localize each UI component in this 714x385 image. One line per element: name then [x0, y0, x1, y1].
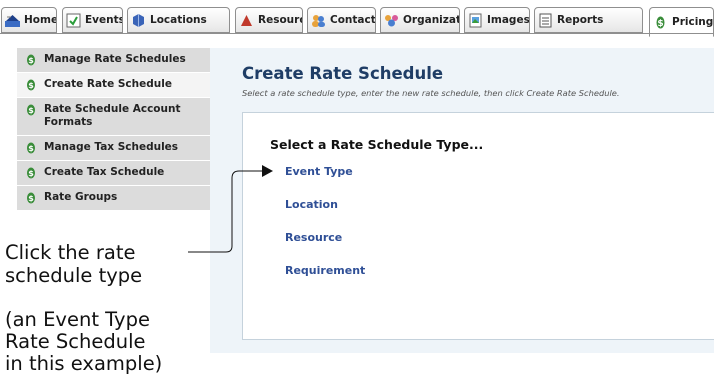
type-heading: Select a Rate Schedule Type...: [270, 137, 484, 152]
home-icon: [5, 13, 20, 28]
option-event-type[interactable]: Event Type: [285, 165, 353, 178]
tab-label: Resources: [258, 14, 302, 26]
sidebar-item-rate-groups[interactable]: $ Rate Groups: [17, 186, 210, 211]
svg-text:$: $: [28, 81, 34, 90]
tab-home[interactable]: Home: [1, 7, 57, 33]
tab-label: Events: [85, 14, 123, 26]
sidebar: $ Manage Rate Schedules $ Create Rate Sc…: [17, 48, 210, 211]
dollar-bullet-icon: $: [27, 167, 35, 179]
dollar-bullet-icon: $: [27, 104, 35, 116]
option-location[interactable]: Location: [285, 198, 338, 211]
tab-label: Reports: [557, 14, 604, 26]
page-title: Create Rate Schedule: [242, 64, 444, 83]
contacts-icon: [311, 13, 326, 28]
note-line-1: (an Event Type: [5, 308, 150, 331]
tab-images[interactable]: Images: [464, 7, 530, 33]
option-requirement[interactable]: Requirement: [285, 264, 365, 277]
tab-organizations[interactable]: Organizat: [380, 7, 460, 33]
tab-bar: Home Events Locations Resources Contacts…: [0, 0, 714, 40]
page-instructions: Select a rate schedule type, enter the n…: [242, 88, 620, 98]
dollar-bullet-icon: $: [27, 142, 35, 154]
note-line-3: in this example): [5, 352, 163, 375]
tab-label: Organizat: [403, 14, 460, 26]
dollar-bullet-icon: $: [27, 192, 35, 204]
tab-events[interactable]: Events: [62, 7, 123, 33]
svg-text:$: $: [28, 169, 34, 178]
reports-icon: [538, 13, 553, 28]
sidebar-item-manage-tax-schedules[interactable]: $ Manage Tax Schedules: [17, 136, 210, 161]
sidebar-item-manage-rate-schedules[interactable]: $ Manage Rate Schedules: [17, 48, 210, 73]
dollar-bullet-icon: $: [27, 79, 35, 91]
tab-label: Pricing: [672, 16, 714, 28]
tab-reports[interactable]: Reports: [534, 7, 643, 33]
tab-label: Images: [487, 14, 530, 26]
sidebar-item-create-tax-schedule[interactable]: $ Create Tax Schedule: [17, 161, 210, 186]
locations-icon: [131, 13, 146, 28]
tab-label: Contacts: [330, 14, 376, 26]
tab-underline: [0, 33, 714, 34]
images-icon: [468, 13, 483, 28]
rate-schedule-type-box: Select a Rate Schedule Type... Event Typ…: [242, 112, 714, 340]
sidebar-item-label: Rate Groups: [44, 191, 118, 203]
sidebar-item-label: Manage Rate Schedules: [44, 53, 186, 65]
svg-text:$: $: [28, 56, 34, 65]
svg-text:$: $: [28, 106, 34, 115]
sidebar-item-label: Rate Schedule Account Formats: [44, 103, 181, 128]
dollar-bullet-icon: $: [27, 54, 35, 66]
option-resource[interactable]: Resource: [285, 231, 342, 244]
organizations-icon: [384, 13, 399, 28]
sidebar-item-label: Create Tax Schedule: [44, 166, 165, 178]
tab-resources[interactable]: Resources: [235, 7, 303, 33]
tab-label: Locations: [150, 14, 207, 26]
callout-line-2: schedule type: [5, 264, 143, 287]
tab-label: Home: [24, 14, 57, 26]
resources-icon: [239, 13, 254, 28]
callout-line-1: Click the rate: [5, 241, 136, 264]
sidebar-item-rate-schedule-account-formats[interactable]: $ Rate Schedule Account Formats: [17, 98, 210, 136]
main-panel: Create Rate Schedule Select a rate sched…: [210, 48, 714, 353]
sidebar-item-create-rate-schedule[interactable]: $ Create Rate Schedule: [17, 73, 210, 98]
events-icon: [66, 13, 81, 28]
svg-text:$: $: [28, 194, 34, 203]
svg-text:$: $: [28, 144, 34, 153]
sidebar-item-label: Create Rate Schedule: [44, 78, 172, 90]
svg-text:$: $: [657, 19, 663, 29]
sidebar-item-label: Manage Tax Schedules: [44, 141, 179, 153]
pricing-icon: $: [653, 15, 668, 30]
note-line-2: Rate Schedule: [5, 330, 146, 353]
tab-locations[interactable]: Locations: [127, 7, 230, 33]
tab-contacts[interactable]: Contacts: [307, 7, 376, 33]
